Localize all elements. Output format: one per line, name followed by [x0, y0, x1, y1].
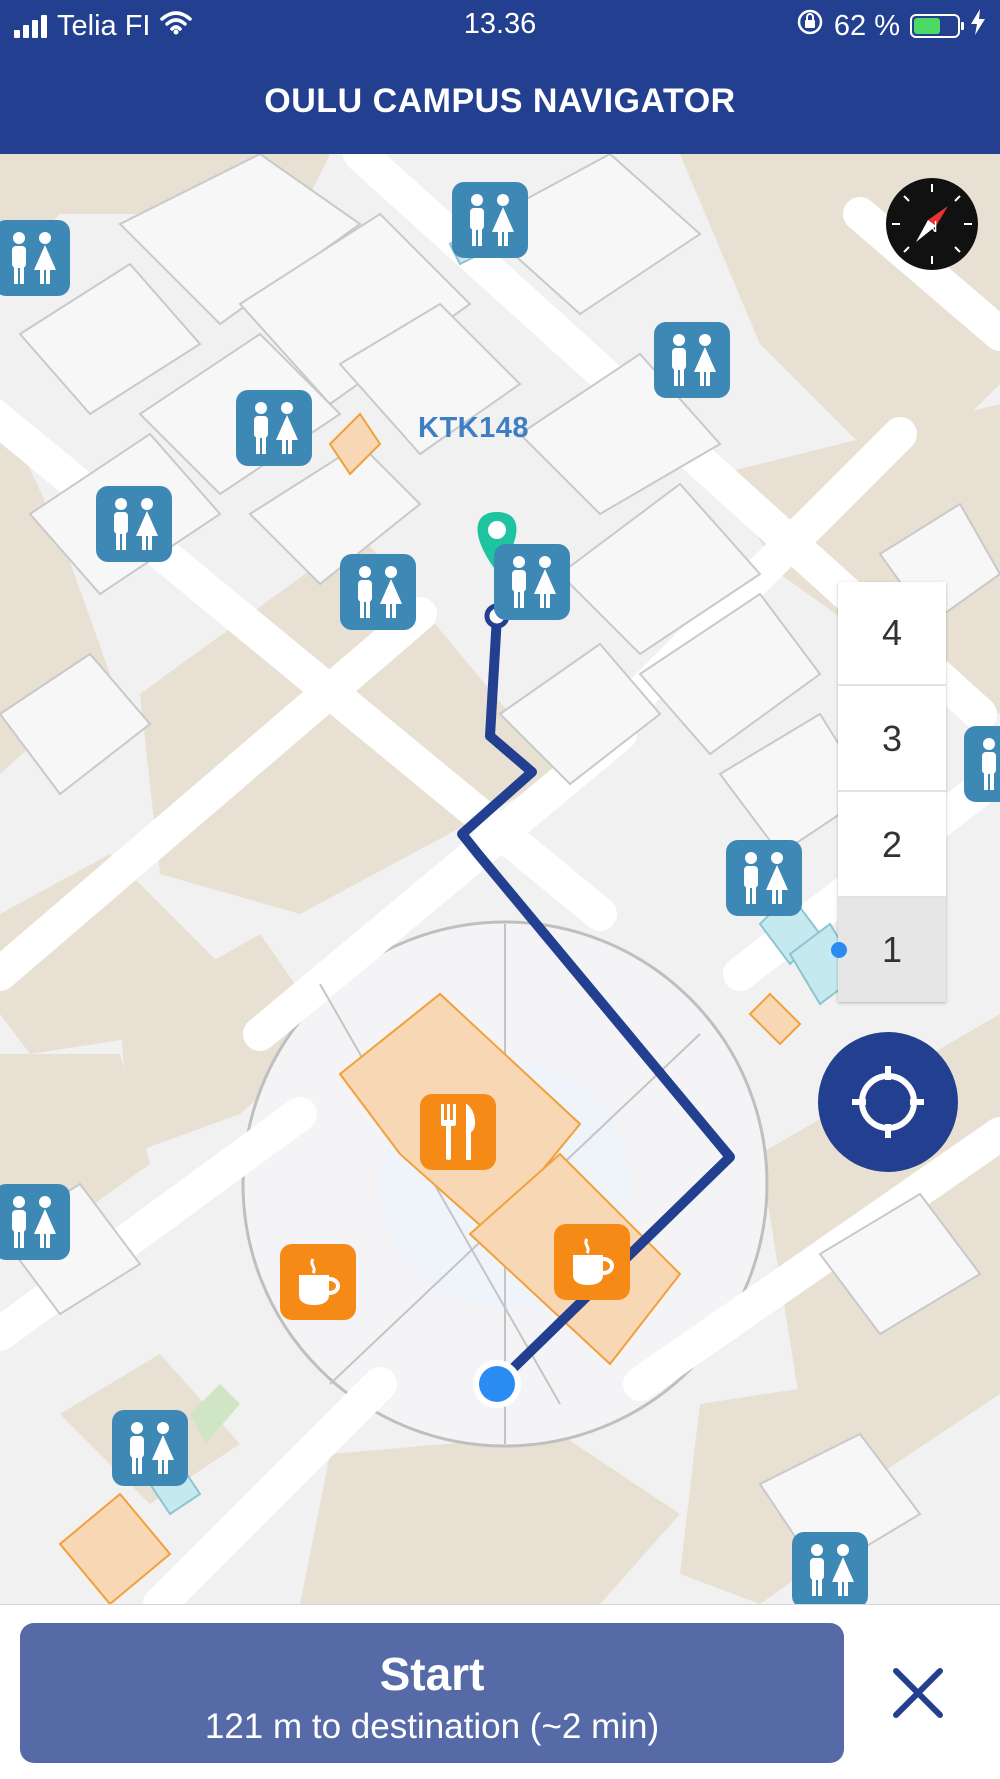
svg-text:N: N [926, 219, 938, 236]
restaurant-icon[interactable] [420, 1094, 496, 1170]
destination-label: KTK148 [418, 412, 529, 444]
orientation-lock-icon [796, 8, 824, 44]
floor-button-4[interactable]: 4 [838, 582, 946, 686]
floor-button-2[interactable]: 2 [838, 794, 946, 898]
restroom-icon[interactable] [792, 1532, 868, 1604]
status-right: 62 % [796, 8, 986, 44]
start-navigation-button[interactable]: Start 121 m to destination (~2 min) [20, 1623, 844, 1763]
route-info: 121 m to destination (~2 min) [204, 1707, 660, 1746]
compass-icon[interactable]: N [886, 178, 978, 270]
restroom-icon[interactable] [96, 486, 172, 562]
cafe-icon[interactable] [280, 1244, 356, 1320]
campus-map[interactable]: KTK148 N 4 3 2 1 [0, 154, 1000, 1604]
cafe-icon[interactable] [554, 1224, 630, 1300]
floor-selector: 4 3 2 1 [831, 582, 946, 1002]
floor-button-1[interactable]: 1 [831, 898, 946, 1002]
app-header: OULU CAMPUS NAVIGATOR [0, 52, 1000, 154]
page-title: OULU CAMPUS NAVIGATOR [264, 82, 736, 120]
status-bar: Telia FI 13.36 62 % [0, 0, 1000, 52]
bottom-bar: Start 121 m to destination (~2 min) [0, 1604, 1000, 1779]
battery-percent: 62 % [833, 9, 900, 42]
crosshair-icon [852, 1066, 924, 1138]
restroom-icon[interactable] [654, 322, 730, 398]
battery-icon [910, 14, 964, 38]
restroom-icon[interactable] [452, 182, 528, 258]
locate-me-button[interactable] [818, 1032, 958, 1172]
restroom-icon[interactable] [236, 390, 312, 466]
restroom-icon[interactable] [494, 544, 570, 620]
restroom-icon[interactable] [0, 220, 70, 296]
charging-bolt-icon [970, 9, 986, 43]
restroom-icon[interactable] [112, 1410, 188, 1486]
restroom-icon[interactable] [340, 554, 416, 630]
restroom-icon[interactable] [964, 726, 1000, 802]
restroom-icon[interactable] [0, 1184, 70, 1260]
restroom-icon[interactable] [726, 840, 802, 916]
floor-button-3[interactable]: 3 [838, 688, 946, 792]
start-label: Start [379, 1648, 485, 1700]
floor-button-1-label: 1 [881, 929, 903, 970]
current-floor-indicator [831, 942, 847, 958]
close-icon[interactable] [878, 1653, 958, 1733]
